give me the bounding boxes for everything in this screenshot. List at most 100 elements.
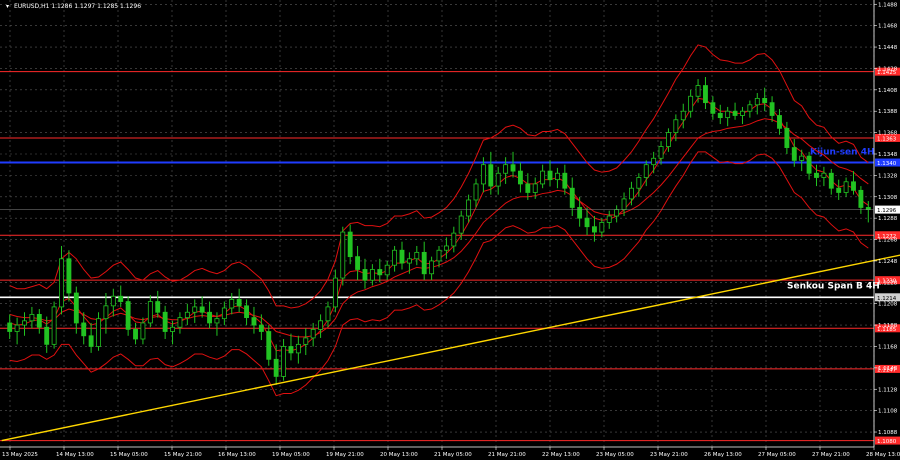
candle-body — [73, 292, 79, 324]
candle-body — [643, 164, 649, 178]
x-tick-label: 27 May 21:00 — [812, 452, 850, 458]
candle-body — [858, 189, 864, 208]
candle-body — [777, 115, 782, 129]
candle-body — [118, 295, 124, 302]
current-price-label: 1.1296 — [877, 208, 897, 214]
candle-body — [769, 102, 775, 116]
candle-body — [740, 110, 745, 116]
candle-body — [569, 187, 575, 208]
candle-body — [680, 110, 686, 121]
candle-body — [725, 110, 731, 119]
candle-body — [288, 346, 294, 354]
x-tick-label: 15 May 05:00 — [110, 452, 148, 458]
candle-body — [540, 170, 546, 185]
candle-body — [791, 147, 797, 161]
candle-body — [14, 324, 20, 332]
chart-header: EURUSD,H1 1.1286 1.1297 1.1285 1.1296 — [14, 3, 141, 10]
candle-body — [207, 311, 212, 324]
candle-body — [44, 326, 50, 345]
kijun-price-label: 1.1340 — [877, 161, 897, 167]
candle-body — [488, 164, 494, 187]
candle-body — [147, 301, 153, 324]
candle-body — [347, 231, 353, 258]
candle-body — [865, 207, 871, 210]
candle-body — [562, 172, 568, 189]
senkou-span-b-label: Senkou Span B 4H — [787, 281, 880, 291]
candle-body — [399, 249, 405, 264]
candle-body — [673, 119, 679, 134]
candle-body — [125, 301, 131, 330]
candle-body — [184, 311, 190, 319]
candle-body — [103, 305, 109, 320]
candle-body — [651, 157, 657, 166]
candle-body — [170, 326, 175, 332]
candle-body — [458, 215, 464, 234]
candle-body — [658, 146, 664, 159]
candle-body — [451, 232, 457, 247]
candle-body — [747, 104, 753, 112]
x-tick-label: 26 May 13:00 — [704, 452, 742, 458]
candle-body — [466, 199, 472, 217]
candle-body — [495, 172, 501, 187]
candle-body — [29, 313, 35, 322]
candle-body — [355, 256, 361, 270]
candle-body — [636, 177, 642, 189]
candle-body — [688, 95, 694, 112]
x-tick-label: 23 May 21:00 — [650, 452, 688, 458]
candle-body — [577, 207, 583, 219]
candle-body — [421, 251, 427, 275]
candle-body — [258, 324, 264, 332]
candle-body — [229, 299, 235, 309]
candle-body — [851, 181, 856, 191]
y-tick-label: 1.1368 — [878, 131, 898, 137]
x-tick-label: 20 May 13:00 — [380, 452, 418, 458]
y-tick-label: 1.1388 — [878, 109, 898, 115]
candle-body — [340, 231, 346, 279]
candle-body — [629, 187, 634, 200]
y-tick-label: 1.1428 — [878, 66, 898, 72]
y-tick-label: 1.1308 — [878, 195, 898, 201]
level-price-label: 1.1363 — [877, 136, 897, 142]
candle-body — [133, 328, 138, 340]
candle-body — [155, 301, 161, 313]
candle-body — [525, 183, 531, 193]
candle-body — [266, 331, 272, 360]
candle-body — [836, 187, 842, 193]
candle-body — [369, 269, 375, 281]
candle-body — [621, 198, 627, 210]
candle-body — [392, 249, 398, 266]
x-tick-label: 28 May 13:00 — [866, 452, 900, 458]
candle-body — [295, 343, 301, 354]
y-tick-label: 1.1188 — [878, 323, 898, 329]
candle-body — [36, 313, 42, 328]
candle-body — [828, 172, 834, 189]
candle-body — [799, 155, 805, 161]
candle-body — [695, 85, 701, 97]
candle-body — [7, 322, 13, 332]
candle-body — [821, 172, 827, 178]
candle-body — [22, 320, 27, 326]
y-tick-label: 1.1488 — [878, 2, 898, 8]
y-tick-label: 1.1408 — [878, 88, 898, 94]
candle-body — [199, 306, 205, 313]
candle-body — [717, 112, 723, 119]
candle-body — [162, 311, 168, 332]
candle-body — [51, 306, 57, 345]
y-tick-label: 1.1108 — [878, 409, 898, 415]
candle-body — [666, 132, 671, 147]
candle-body — [443, 245, 449, 251]
candle-body — [140, 322, 146, 340]
candle-body — [325, 306, 331, 322]
candle-body — [59, 258, 64, 308]
candle-body — [310, 328, 316, 339]
y-tick-label: 1.1288 — [878, 216, 898, 222]
price-chart[interactable]: 1.14251.13631.12721.12301.11851.11471.10… — [0, 0, 900, 460]
x-tick-label: 19 May 21:00 — [326, 452, 364, 458]
candle-body — [814, 172, 819, 178]
x-tick-label: 14 May 13:00 — [56, 452, 94, 458]
candle-body — [429, 260, 435, 275]
y-tick-label: 1.1208 — [878, 302, 898, 308]
y-tick-label: 1.1148 — [878, 366, 898, 372]
candle-body — [177, 317, 183, 328]
candle-body — [214, 318, 220, 324]
